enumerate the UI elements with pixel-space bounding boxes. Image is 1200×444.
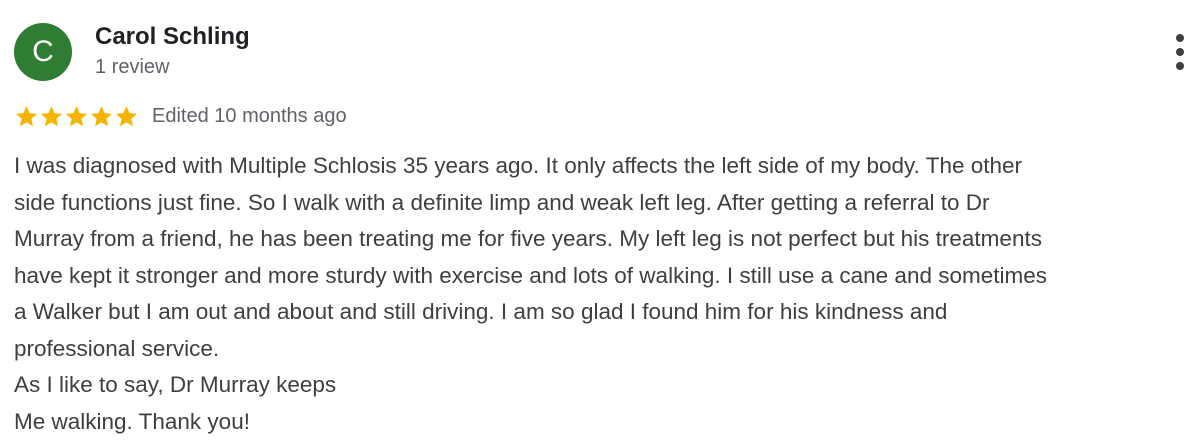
reviewer-name[interactable]: Carol Schling — [95, 22, 250, 52]
star-icon — [90, 105, 113, 126]
star-rating — [14, 102, 139, 130]
star-icon — [40, 105, 63, 126]
star-icon — [15, 105, 38, 126]
star-icon — [65, 105, 88, 126]
review-text-line: professional service. — [14, 335, 220, 361]
star-icon — [115, 105, 138, 126]
review-text-line: side functions just fine. So I walk with… — [14, 189, 990, 215]
avatar[interactable]: C — [14, 23, 72, 81]
more-options-button[interactable] — [1166, 34, 1194, 70]
more-vert-icon — [1176, 34, 1184, 42]
more-vert-icon-dot — [1176, 48, 1184, 56]
review-text-line: I was diagnosed with Multiple Schlosis 3… — [14, 153, 1023, 178]
review-count[interactable]: 1 review — [95, 54, 169, 80]
edited-timestamp: Edited 10 months ago — [152, 105, 347, 127]
more-vert-icon-dot — [1176, 62, 1184, 70]
review-text-line: As I like to say, Dr Murray keeps — [14, 372, 337, 397]
review-text-line: a Walker but I am out and about and stil… — [14, 299, 948, 324]
review-text: I was diagnosed with Multiple Schlosis 3… — [14, 148, 1194, 440]
review-card: C Carol Schling 1 review Edited 10 month… — [0, 0, 1200, 444]
review-text-line: have kept it stronger and more sturdy wi… — [14, 262, 1048, 288]
rating-row: Edited 10 months ago — [14, 102, 347, 130]
review-text-line: Me walking. Thank you! — [14, 408, 250, 434]
review-text-line: Murray from a friend, he has been treati… — [14, 226, 1042, 251]
